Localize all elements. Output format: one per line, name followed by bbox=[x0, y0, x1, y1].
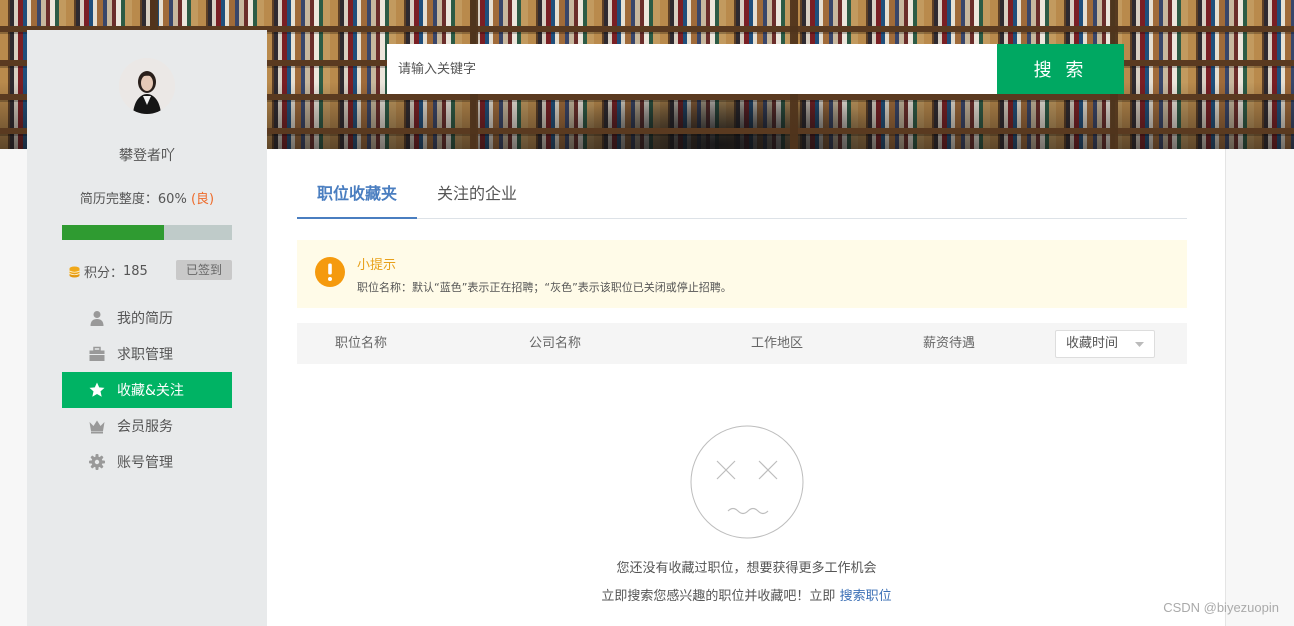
tip-title: 小提示 bbox=[357, 258, 397, 273]
column-header-salary: 薪资待遇 bbox=[923, 336, 976, 351]
tab-job-favorites[interactable]: 职位收藏夹 bbox=[297, 168, 418, 219]
empty-state-cta: 立即搜索您感兴趣的职位并收藏吧！立即 搜索职位 bbox=[267, 585, 1226, 604]
sort-by-select[interactable]: 收藏时间 bbox=[1055, 330, 1155, 358]
gear-icon bbox=[89, 454, 105, 470]
column-header-location: 工作地区 bbox=[751, 336, 804, 351]
sad-face-icon bbox=[690, 425, 804, 539]
sidebar-item-label: 会员服务 bbox=[117, 419, 173, 435]
watermark: CSDN @biyezuopin bbox=[1163, 600, 1279, 615]
empty-state-cta-text: 立即搜索您感兴趣的职位并收藏吧！立即 bbox=[601, 589, 840, 604]
column-header-job-title: 职位名称 bbox=[335, 336, 388, 351]
sidebar-item-label: 求职管理 bbox=[117, 347, 173, 363]
main-panel: 职位收藏夹 关注的企业 小提示 职位名称：默认“蓝色”表示正在招聘；“灰色”表示… bbox=[267, 149, 1226, 626]
sidebar-item-my-resume[interactable]: 我的简历 bbox=[62, 300, 232, 336]
sidebar: 攀登者吖 简历完整度：60% (良) 积分：185 已签到 我的简历 求职管理 bbox=[27, 30, 267, 626]
exclamation-icon bbox=[315, 257, 345, 287]
sidebar-item-membership[interactable]: 会员服务 bbox=[62, 408, 232, 444]
completeness-progress-bar bbox=[62, 225, 232, 240]
completeness-value: 60% bbox=[157, 192, 187, 207]
progress-fill bbox=[62, 225, 164, 240]
avatar-image bbox=[119, 58, 175, 114]
search-button[interactable]: 搜 索 bbox=[997, 44, 1124, 94]
completeness-grade: (良) bbox=[190, 192, 215, 207]
tab-followed-companies[interactable]: 关注的企业 bbox=[417, 168, 537, 219]
sidebar-menu: 我的简历 求职管理 收藏&关注 会员服务 账号管理 bbox=[62, 300, 232, 480]
points: 积分： 185 bbox=[69, 262, 148, 281]
star-icon bbox=[89, 382, 105, 398]
sidebar-item-account[interactable]: 账号管理 bbox=[62, 444, 232, 480]
sidebar-item-label: 我的简历 bbox=[117, 311, 173, 327]
tip-box: 小提示 职位名称：默认“蓝色”表示正在招聘；“灰色”表示该职位已关闭或停止招聘。 bbox=[297, 240, 1187, 308]
search-jobs-link[interactable]: 搜索职位 bbox=[840, 589, 892, 604]
sort-by-value: 收藏时间 bbox=[1066, 336, 1119, 351]
checked-in-badge[interactable]: 已签到 bbox=[176, 260, 232, 280]
username: 攀登者吖 bbox=[119, 148, 175, 164]
table-header: 职位名称 公司名称 工作地区 薪资待遇 收藏时间 bbox=[297, 323, 1187, 364]
briefcase-icon bbox=[89, 346, 105, 362]
sidebar-item-job-management[interactable]: 求职管理 bbox=[62, 336, 232, 372]
column-header-company: 公司名称 bbox=[529, 336, 582, 351]
resume-completeness: 简历完整度：60% (良) bbox=[27, 188, 267, 207]
search-bar: 搜 索 bbox=[387, 44, 1124, 94]
crown-icon bbox=[89, 418, 105, 434]
search-input[interactable] bbox=[387, 44, 997, 94]
sidebar-item-favorites[interactable]: 收藏&关注 bbox=[62, 372, 232, 408]
completeness-label: 简历完整度： bbox=[79, 192, 158, 207]
points-value: 185 bbox=[123, 264, 148, 279]
chevron-down-icon bbox=[1135, 342, 1144, 347]
coin-icon bbox=[69, 266, 80, 277]
empty-state-message: 您还没有收藏过职位，想要获得更多工作机会 bbox=[616, 561, 877, 576]
avatar[interactable] bbox=[119, 58, 175, 114]
tab-bar: 职位收藏夹 关注的企业 bbox=[297, 168, 1187, 219]
sidebar-item-label: 账号管理 bbox=[117, 455, 173, 471]
tip-text: 职位名称：默认“蓝色”表示正在招聘；“灰色”表示该职位已关闭或停止招聘。 bbox=[357, 281, 732, 294]
points-label: 积分： bbox=[84, 266, 124, 281]
sidebar-item-label: 收藏&关注 bbox=[117, 383, 184, 399]
user-icon bbox=[89, 310, 105, 326]
